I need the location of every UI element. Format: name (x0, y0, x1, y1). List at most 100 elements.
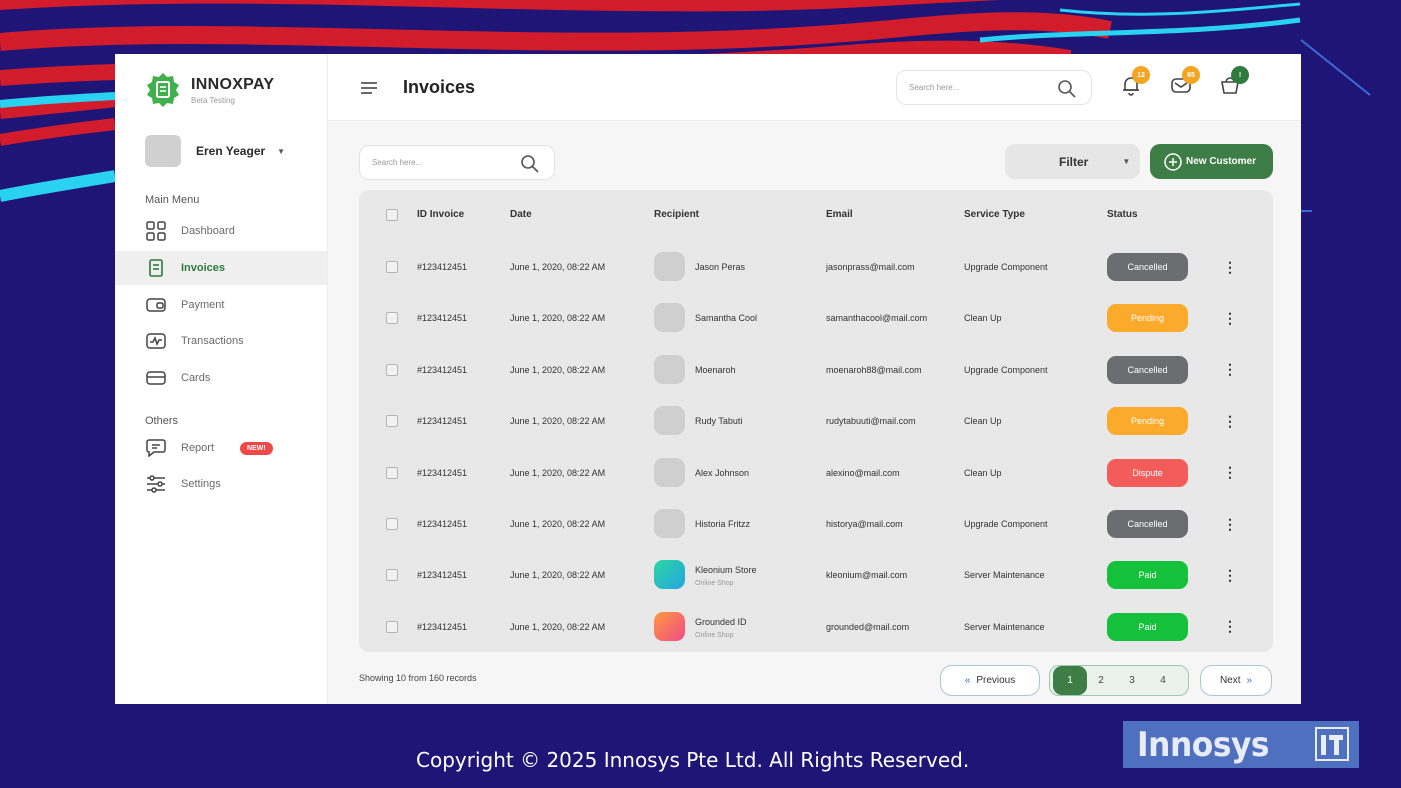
page-4-button[interactable]: 4 (1146, 666, 1180, 695)
more-options-icon[interactable]: ⋮ (1222, 360, 1238, 380)
row-checkbox[interactable] (386, 261, 398, 273)
more-options-icon[interactable]: ⋮ (1222, 617, 1238, 637)
select-all-checkbox[interactable] (386, 209, 398, 221)
sidebar-item-label: Invoices (181, 262, 226, 274)
invoice-id: #123412451 (417, 621, 468, 632)
new-customer-button[interactable]: New Customer (1150, 144, 1273, 179)
service-type: Clean Up (964, 467, 1002, 478)
recipient-name: Kleonium Store (695, 565, 757, 576)
invoice-date: June 1, 2020, 08:22 AM (510, 467, 606, 478)
row-checkbox[interactable] (386, 518, 398, 530)
messages-button[interactable]: 65 (1170, 66, 1200, 100)
table-row[interactable]: #123412451 June 1, 2020, 08:22 AM Samantha… (359, 292, 1273, 343)
column-header-email[interactable]: Email (826, 209, 853, 220)
invoice-id: #123412451 (417, 416, 468, 427)
row-checkbox[interactable] (386, 415, 398, 428)
column-header-service-type[interactable]: Service Type (964, 209, 1025, 220)
table-row[interactable]: #123412451 June 1, 2020, 08:22 AM Historia… (359, 498, 1273, 549)
table-row[interactable]: #123412451 June 1, 2020, 08:22 AM Grounded… (359, 601, 1273, 652)
brand-subtitle: Beta Testing (191, 95, 235, 105)
column-header-recipient[interactable]: Recipient (654, 209, 699, 220)
brand-logo[interactable]: INNOXPAY Beta Testing (145, 72, 274, 108)
innosys-logo-text: Innosys (1137, 724, 1270, 765)
invoice-date: June 1, 2020, 08:22 AM (510, 519, 606, 529)
page-2-button[interactable]: 2 (1084, 666, 1118, 695)
notifications-button[interactable]: 12 (1120, 66, 1150, 100)
header-search-input[interactable]: Search here... (896, 70, 1092, 105)
more-options-icon[interactable]: ⋮ (1222, 565, 1238, 585)
row-checkbox[interactable] (386, 312, 398, 325)
page-number-group: 1234 (1049, 665, 1189, 696)
table-row[interactable]: #123412451 June 1, 2020, 08:22 AM Moenaroh… (359, 344, 1273, 395)
profile-dropdown[interactable]: Eren Yeager ▼ (145, 135, 285, 167)
next-label: Next (1219, 675, 1241, 686)
more-options-icon[interactable]: ⋮ (1222, 257, 1238, 277)
table-row[interactable]: #123412451 June 1, 2020, 08:22 AM Rudy Tab… (359, 395, 1273, 446)
service-type: Server Maintenance (964, 621, 1045, 632)
row-checkbox[interactable] (386, 620, 398, 633)
previous-page-button[interactable]: « Previous (940, 665, 1040, 696)
search-placeholder: Search here... (372, 158, 423, 167)
table-row[interactable]: #123412451 June 1, 2020, 08:22 AM Alex Joh… (359, 447, 1273, 498)
recipient-avatar (654, 406, 685, 436)
sidebar-item-payment[interactable]: Payment (115, 288, 327, 322)
records-summary: Showing 10 from 160 records (359, 673, 477, 683)
page-1-button[interactable]: 1 (1053, 666, 1087, 695)
recipient-email: samanthacool@mail.com (826, 313, 928, 324)
new-customer-label: New Customer (1186, 156, 1257, 167)
plus-square-icon (1164, 152, 1182, 171)
more-options-icon[interactable]: ⋮ (1222, 411, 1238, 431)
recipient-avatar (654, 354, 685, 384)
invoice-date: June 1, 2020, 08:22 AM (510, 364, 606, 375)
more-options-icon[interactable]: ⋮ (1222, 463, 1238, 483)
search-icon (521, 155, 539, 173)
sidebar-item-report[interactable]: Report NEW! (115, 431, 327, 465)
settings-icon (145, 474, 167, 494)
sidebar-item-dashboard[interactable]: Dashboard (115, 214, 327, 248)
recipient-email: moenaroh88@mail.com (826, 364, 922, 375)
next-page-button[interactable]: Next » (1200, 665, 1272, 696)
row-checkbox[interactable] (386, 363, 398, 376)
recipient-email: alexino@mail.com (826, 467, 900, 478)
recipient-avatar (654, 252, 685, 281)
status-badge: Cancelled (1107, 510, 1188, 538)
table-header: ID Invoice Date Recipient Email Service … (359, 190, 1273, 240)
others-label: Others (145, 415, 179, 427)
sidebar-item-transactions[interactable]: Transactions (115, 324, 327, 358)
recipient-email: jasonprass@mail.com (826, 262, 915, 272)
invoice-icon (145, 258, 167, 278)
invoice-date: June 1, 2020, 08:22 AM (510, 313, 606, 324)
top-bar: Invoices Search here... 12 65 ! (328, 54, 1301, 121)
status-badge: Dispute (1107, 458, 1188, 487)
invoice-date: June 1, 2020, 08:22 AM (510, 621, 606, 632)
wallet-icon (145, 295, 167, 315)
recipient-email: grounded@mail.com (826, 621, 910, 632)
column-header-id[interactable]: ID Invoice (417, 209, 464, 220)
sidebar: INNOXPAY Beta Testing Eren Yeager ▼ Main… (115, 54, 328, 704)
sidebar-item-invoices[interactable]: Invoices (115, 251, 327, 285)
menu-icon[interactable] (360, 81, 378, 100)
recipient-email: kleonium@mail.com (826, 570, 908, 581)
filter-dropdown[interactable]: Filter ▼ (1005, 144, 1140, 179)
notification-count-badge: 12 (1132, 66, 1150, 84)
row-checkbox[interactable] (386, 466, 398, 479)
filter-label: Filter (1059, 154, 1089, 169)
more-options-icon[interactable]: ⋮ (1222, 514, 1238, 534)
more-options-icon[interactable]: ⋮ (1222, 308, 1238, 328)
service-type: Server Maintenance (964, 570, 1045, 581)
logo-badge-icon (147, 73, 179, 107)
row-checkbox[interactable] (386, 569, 398, 582)
invoice-id: #123412451 (417, 519, 468, 529)
sidebar-item-settings[interactable]: Settings (115, 467, 327, 501)
table-search-input[interactable]: Search here... (359, 145, 555, 180)
status-badge: Cancelled (1107, 355, 1188, 384)
sidebar-item-cards[interactable]: Cards (115, 361, 327, 395)
recipient-name: Historia Fritzz (695, 519, 751, 529)
column-header-date[interactable]: Date (510, 209, 532, 220)
table-row[interactable]: #123412451 June 1, 2020, 08:22 AM Kleonium… (359, 549, 1273, 600)
column-header-status[interactable]: Status (1107, 209, 1138, 220)
cart-button[interactable]: ! (1219, 66, 1249, 100)
page-3-button[interactable]: 3 (1115, 666, 1149, 695)
table-row[interactable]: #123412451 June 1, 2020, 08:22 AM Jason Pe… (359, 241, 1273, 292)
sidebar-item-label: Cards (181, 372, 211, 384)
